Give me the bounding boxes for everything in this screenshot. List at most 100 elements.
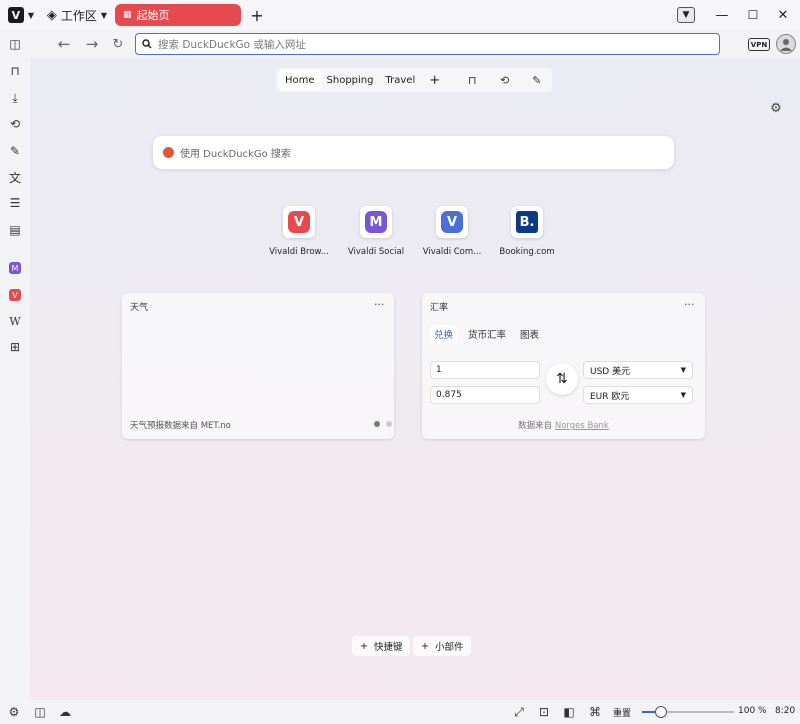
minimize-icon: —: [715, 7, 729, 23]
wikipedia-panel-button[interactable]: W: [5, 311, 25, 331]
start-page-settings-button[interactable]: ⚙: [768, 100, 784, 116]
zoom-level: 100 %: [738, 706, 767, 716]
bookmark-icon: ⊓: [467, 73, 477, 87]
tab-exchange-rates[interactable]: 货币汇率: [464, 325, 510, 343]
tab-start-page[interactable]: ▦ 起始页: [115, 4, 241, 26]
tab-list-button[interactable]: ▼: [677, 7, 695, 23]
titlebar: V ▼ ◈ 工作区 ▼ ▦ 起始页 + ▼ — ☐ ✕: [0, 0, 800, 30]
speed-dial-item[interactable]: M Vivaldi Social: [338, 206, 414, 257]
amount-from-input[interactable]: 1: [430, 361, 540, 379]
panel-toggle-button[interactable]: ◫: [5, 34, 25, 54]
vivaldi-icon: V: [9, 289, 21, 301]
history-icon: ⟲: [9, 117, 21, 131]
bookmarks-button[interactable]: ⊓: [460, 70, 484, 90]
window-panel-button[interactable]: ▤: [5, 220, 25, 240]
norges-bank-link[interactable]: Norges Bank: [555, 421, 609, 431]
history-panel-button[interactable]: ⟲: [5, 114, 25, 134]
add-shortcut-button[interactable]: + 快捷键: [352, 636, 411, 656]
images-toggle-button[interactable]: ◧: [560, 703, 578, 721]
notes-icon: ✎: [9, 144, 21, 158]
vivaldi-panel-button[interactable]: V: [5, 285, 25, 305]
chevron-down-icon: ▼: [100, 10, 108, 20]
downloads-panel-button[interactable]: ⤓: [5, 88, 25, 108]
sync-button[interactable]: ☁: [56, 703, 74, 721]
amount-to-input[interactable]: 0.875: [430, 386, 540, 404]
back-button[interactable]: ←: [52, 32, 76, 56]
page-actions-icon: ⌘: [589, 705, 601, 719]
workspace-button[interactable]: ◈ 工作区 ▼: [44, 3, 110, 27]
address-field[interactable]: 搜索 DuckDuckGo 或输入网址: [135, 33, 720, 55]
currency-from-select[interactable]: USD 美元 ▼: [583, 361, 693, 379]
widget-menu-button[interactable]: ···: [374, 298, 385, 311]
speed-dial-thumbnail: M: [360, 206, 392, 238]
page-indicator-dot[interactable]: [386, 421, 392, 427]
notes-button[interactable]: ✎: [525, 70, 549, 90]
status-bar: ⚙ ◫ ☁ ⤢ ⊡ ◧ ⌘ 重置 100 % 8:20: [0, 700, 800, 724]
speed-dial-thumbnail: V: [436, 206, 468, 238]
search-input[interactable]: 使用 DuckDuckGo 搜索: [153, 136, 674, 169]
capture-button[interactable]: ⤢: [510, 703, 528, 721]
mastodon-icon: M: [365, 211, 387, 233]
maximize-button[interactable]: ☐: [738, 3, 768, 27]
duckduckgo-icon: [163, 147, 174, 158]
address-bar-row: ← → ↻ 搜索 DuckDuckGo 或输入网址 VPN: [30, 30, 800, 58]
widget-menu-button[interactable]: ···: [684, 298, 695, 311]
speed-dial-label: Booking.com: [499, 247, 555, 257]
mastodon-panel-button[interactable]: M: [5, 258, 25, 278]
tab-chart[interactable]: 图表: [516, 325, 543, 343]
new-tab-button[interactable]: +: [248, 3, 266, 27]
translate-panel-button[interactable]: 文: [5, 167, 25, 187]
page-actions-button[interactable]: ⌘: [586, 703, 604, 721]
reading-list-icon: ☰: [9, 196, 21, 210]
add-speed-dial-tab-button[interactable]: +: [421, 70, 448, 90]
speed-dial-item[interactable]: B. Booking.com: [489, 206, 565, 257]
history-button[interactable]: ⟲: [492, 70, 516, 90]
tab-shopping[interactable]: Shopping: [321, 70, 380, 90]
tab-home[interactable]: Home: [279, 70, 321, 90]
widget-title: 天气: [130, 303, 149, 313]
reload-icon: ↻: [112, 36, 124, 52]
panel-toggle-button[interactable]: ◫: [31, 703, 49, 721]
tab-title: 起始页: [136, 9, 170, 22]
speed-dial-label: Vivaldi Brow...: [269, 247, 329, 257]
forward-button[interactable]: →: [80, 32, 104, 56]
bookmarks-panel-button[interactable]: ⊓: [5, 61, 25, 81]
reading-list-panel-button[interactable]: ☰: [5, 193, 25, 213]
tiling-button[interactable]: ⊡: [535, 703, 553, 721]
tab-convert[interactable]: 兑换: [430, 325, 458, 343]
swap-currency-button[interactable]: ⇅: [546, 363, 578, 395]
close-button[interactable]: ✕: [768, 3, 798, 27]
address-placeholder: 搜索 DuckDuckGo 或输入网址: [158, 38, 306, 51]
image-icon: ◧: [563, 705, 575, 719]
currency-to-select[interactable]: EUR 欧元 ▼: [583, 386, 693, 404]
speed-dial-item[interactable]: V Vivaldi Brow...: [261, 206, 337, 257]
reload-button[interactable]: ↻: [106, 32, 130, 56]
currency-from-value: USD 美元: [590, 366, 631, 377]
vivaldi-menu-button[interactable]: V ▼: [4, 3, 38, 27]
settings-button[interactable]: ⚙: [5, 703, 23, 721]
capture-icon: ⤢: [514, 704, 524, 719]
bookmark-icon: ⊓: [10, 64, 20, 78]
speed-dial-label: Vivaldi Social: [347, 247, 405, 257]
vpn-button[interactable]: VPN: [748, 38, 770, 51]
zoom-slider-thumb[interactable]: [655, 706, 667, 718]
minimize-button[interactable]: —: [707, 3, 737, 27]
add-web-panel-button[interactable]: ⊞: [5, 337, 25, 357]
zoom-reset-button[interactable]: 重置: [613, 706, 631, 719]
tab-travel[interactable]: Travel: [380, 70, 422, 90]
page-indicator-dot[interactable]: [374, 421, 380, 427]
maximize-icon: ☐: [747, 8, 759, 22]
search-icon: [142, 39, 152, 49]
speed-dial-item[interactable]: V Vivaldi Com...: [414, 206, 490, 257]
speed-dial-thumbnail: V: [283, 206, 315, 238]
speed-dial-thumbnail: B.: [511, 206, 543, 238]
booking-icon: B.: [516, 211, 538, 233]
notes-panel-button[interactable]: ✎: [5, 141, 25, 161]
add-widget-button[interactable]: + 小部件: [413, 636, 472, 656]
gear-icon: ⚙: [770, 100, 782, 116]
add-widget-label: 小部件: [434, 642, 464, 653]
swap-arrows-icon: ⇅: [556, 371, 568, 387]
profile-avatar[interactable]: [776, 34, 796, 54]
chevron-down-icon: ▼: [682, 10, 690, 20]
search-placeholder: 使用 DuckDuckGo 搜索: [180, 149, 291, 160]
